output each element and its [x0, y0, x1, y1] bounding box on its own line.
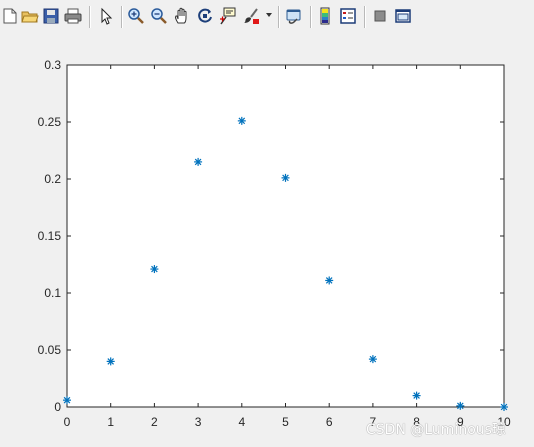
x-tick-label: 6	[326, 415, 333, 429]
data-point	[281, 173, 290, 182]
scatter-plot: 0 1 2 3 4 5 6 7 8 9 10 00.050.10.150.20.250.3	[38, 58, 511, 429]
y-tick-label: 0.1	[44, 286, 61, 300]
x-tick-label: 4	[238, 415, 245, 429]
data-point	[456, 401, 465, 410]
x-tick-label: 3	[195, 415, 202, 429]
y-tick-label: 0.25	[38, 115, 62, 129]
y-tick-label: 0.2	[44, 172, 61, 186]
data-point	[500, 403, 508, 411]
watermark-text: CSDN @Luminous琼	[366, 422, 506, 438]
data-point	[325, 276, 334, 285]
y-tick-label: 0.3	[44, 58, 61, 72]
plot-area	[66, 64, 505, 408]
data-point	[194, 157, 203, 166]
data-point	[368, 355, 377, 364]
data-point	[106, 357, 115, 366]
data-point	[150, 265, 159, 274]
x-tick-label: 2	[151, 415, 158, 429]
data-point	[412, 391, 421, 400]
y-tick-label: 0	[54, 400, 61, 414]
y-tick-label: 0.05	[38, 343, 62, 357]
y-tick-labels: 0 0.05 0.1 0.15 0.2 0.25 0.3	[38, 58, 62, 414]
x-tick-label: 5	[282, 415, 289, 429]
data-point	[237, 116, 246, 125]
x-tick-label: 0	[64, 415, 71, 429]
x-tick-label: 1	[107, 415, 114, 429]
y-tick-label: 0.15	[38, 229, 62, 243]
data-point	[63, 396, 71, 405]
